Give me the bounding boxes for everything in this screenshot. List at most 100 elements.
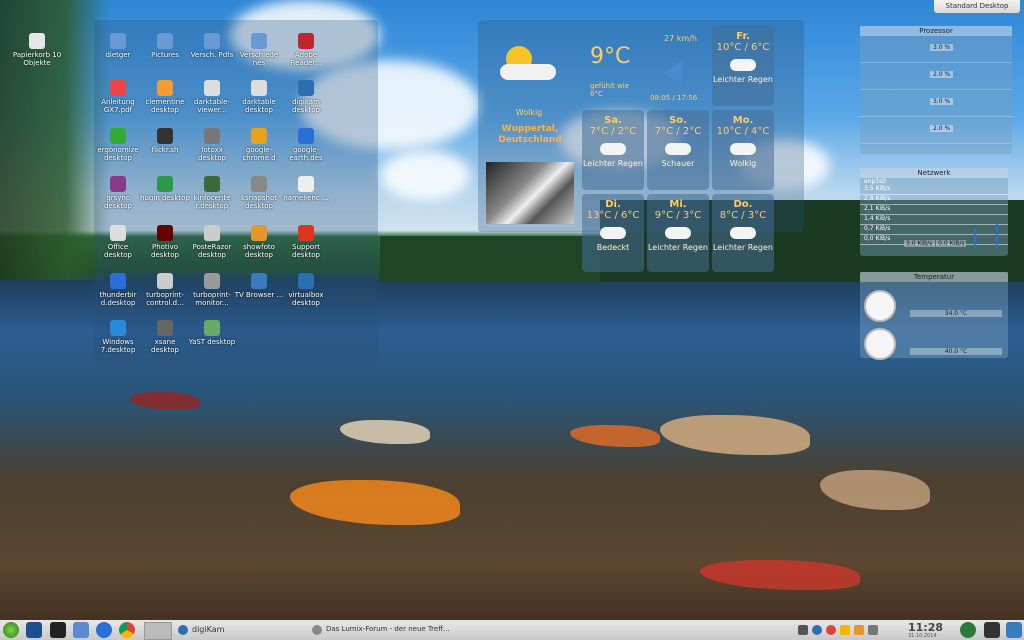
terminal-icon[interactable] — [50, 622, 66, 638]
tray-calendar-icon[interactable] — [1006, 622, 1022, 638]
browser-icon — [312, 625, 322, 635]
icon-label: xsane desktop — [151, 338, 179, 354]
desktop-icon[interactable]: kinfocente r.desktop — [187, 176, 237, 210]
trash-icon — [29, 33, 45, 49]
desktop-icon[interactable]: google-earth.des — [281, 128, 331, 162]
desktop-icon[interactable]: Windows 7.desktop — [93, 320, 143, 354]
tray-clipboard-icon[interactable] — [798, 625, 808, 635]
weather-cloud-icon — [665, 227, 691, 239]
chrome-icon[interactable] — [119, 622, 135, 638]
desktop-icon[interactable]: YaST desktop — [187, 320, 237, 346]
file-icon — [251, 128, 267, 144]
file-icon — [110, 80, 126, 96]
tray-volume-icon[interactable] — [868, 625, 878, 635]
forecast-day: Sa. 7°C / 2°C Leichter Regen — [582, 110, 644, 190]
desktop-icon[interactable]: Photivo desktop — [140, 225, 190, 259]
forecast-day-name: Do. — [733, 199, 753, 210]
desktop-icon[interactable]: virtualbox desktop — [281, 273, 331, 307]
desktop-icon[interactable]: darktable desktop — [234, 80, 284, 114]
desktop-icon[interactable]: showfoto desktop — [234, 225, 284, 259]
forecast-temp: 7°C / 2°C — [654, 126, 702, 137]
icon-label: hugin desktop — [140, 194, 190, 202]
desktop-icon[interactable]: Anleitung GX7.pdf — [93, 80, 143, 114]
forecast-condition: Leichter Regen — [647, 243, 708, 252]
file-manager-icon[interactable] — [73, 622, 89, 638]
desktop-icon[interactable]: flickr.sh — [140, 128, 190, 154]
desktop-icon[interactable]: clementine desktop — [140, 80, 190, 114]
network-scale-label: 2,1 KiB/s — [860, 205, 1008, 215]
desktop-icon[interactable]: digikam desktop — [281, 80, 331, 114]
desktop-icon[interactable]: Pictures — [140, 33, 190, 59]
icon-label: turboprint-control.d... — [146, 291, 184, 307]
desktop-icon[interactable]: xsane desktop — [140, 320, 190, 354]
desktop-icon[interactable]: dietger — [93, 33, 143, 59]
desktop-icon[interactable]: grsync desktop — [93, 176, 143, 210]
standard-desktop-button[interactable]: Standard Desktop — [934, 0, 1020, 13]
task-lumix-forum[interactable]: Das Lumix-Forum - der neue Treff... — [312, 620, 492, 640]
file-icon — [204, 225, 220, 241]
satellite-map-image[interactable] — [486, 162, 574, 224]
virtual-desktop-pager[interactable] — [144, 622, 172, 640]
application-launcher-icon[interactable] — [3, 622, 19, 638]
desktop-icon[interactable]: ksnapshot desktop — [234, 176, 284, 210]
icon-label: namelienc ... — [283, 194, 329, 202]
tray-chrome-icon[interactable] — [826, 625, 836, 635]
file-icon — [204, 320, 220, 336]
icon-label: flickr.sh — [151, 146, 179, 154]
file-icon — [157, 273, 173, 289]
file-icon — [204, 33, 220, 49]
tray-status-icon[interactable] — [960, 622, 976, 638]
network-title: Netzwerk — [860, 168, 1008, 178]
desktop-icon-trash[interactable]: Papierkorb 10 Objekte — [12, 33, 62, 67]
desktop-icon[interactable]: ergonomize desktop — [93, 128, 143, 162]
file-icon — [298, 176, 314, 192]
desktop-icon[interactable]: namelienc ... — [281, 176, 331, 202]
icon-label: Verschiede nes — [239, 51, 279, 67]
icon-label: darktable-viewer... — [194, 98, 230, 114]
icon-label: virtualbox desktop — [288, 291, 324, 307]
desktop-icon[interactable]: turboprint-monitor... — [187, 273, 237, 307]
desktop-icon[interactable]: thunderbir d.desktop — [93, 273, 143, 307]
icon-label: TV Browser ... — [234, 291, 284, 299]
forecast-condition: Schauer — [661, 159, 695, 168]
weather-cloud-icon — [730, 59, 756, 71]
desktop-icon[interactable]: darktable-viewer... — [187, 80, 237, 114]
desktop-icon[interactable]: TV Browser ... — [234, 273, 284, 299]
icon-label: kinfocente r.desktop — [193, 194, 231, 210]
thunderbird-icon[interactable] — [96, 622, 112, 638]
desktop-icon[interactable]: Adobe Reader... — [281, 33, 331, 67]
file-icon — [157, 225, 173, 241]
desktop-icon[interactable]: google-chrome.d — [234, 128, 284, 162]
show-desktop-icon[interactable] — [26, 622, 42, 638]
gauge-icon — [864, 328, 896, 360]
file-icon — [251, 273, 267, 289]
icon-label: Photivo desktop — [151, 243, 179, 259]
cloud-icon — [500, 64, 556, 80]
tray-notification-icon[interactable] — [840, 625, 850, 635]
desktop-icon[interactable]: PosteRazor desktop — [187, 225, 237, 259]
network-scale-label: 3,5 KiB/s — [860, 185, 1008, 195]
cpu-percent: 2.0 % — [930, 71, 954, 78]
icon-label: dietger — [105, 51, 131, 59]
cpu-percent: 2.0 % — [930, 125, 954, 132]
desktop-icon[interactable]: Versch. Pdfs — [187, 33, 237, 59]
gauge-icon — [864, 290, 896, 322]
desktop-icon[interactable]: Support desktop — [281, 225, 331, 259]
temperature-monitor: Temperatur 34.0 °C 40.0 °C — [860, 272, 1008, 360]
desktop-icon[interactable]: fotoxx desktop — [187, 128, 237, 162]
desktop-icon[interactable]: hugin desktop — [140, 176, 190, 202]
tray-user-icon[interactable] — [984, 622, 1000, 638]
cpu-percent: 3.0 % — [930, 98, 954, 105]
desktop-icon[interactable]: Verschiede nes — [234, 33, 284, 67]
file-icon — [298, 273, 314, 289]
current-temperature: 9°C — [590, 44, 631, 69]
forecast-day-name: Fr. — [736, 31, 750, 42]
tray-network-icon[interactable] — [854, 625, 864, 635]
task-digikam[interactable]: digiKam — [178, 620, 298, 640]
icon-label: clementine desktop — [145, 98, 185, 114]
icon-label: turboprint-monitor... — [193, 291, 231, 307]
desktop-icon[interactable]: Office desktop — [93, 225, 143, 259]
desktop-icon[interactable]: turboprint-control.d... — [140, 273, 190, 307]
tray-updater-icon[interactable] — [812, 625, 822, 635]
task-label: Das Lumix-Forum - der neue Treff... — [326, 625, 450, 633]
